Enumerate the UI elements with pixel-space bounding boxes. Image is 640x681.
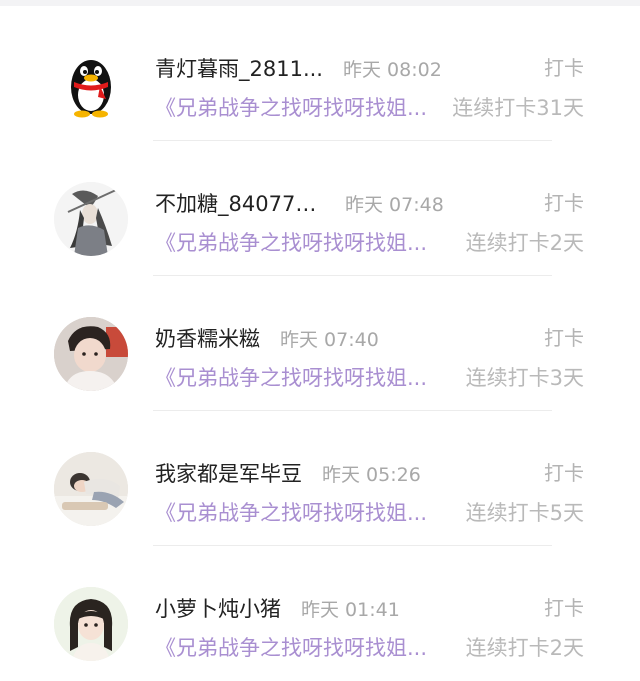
username[interactable]: 小萝卜炖小猪: [155, 593, 281, 623]
list-item[interactable]: 小萝卜炖小猪 昨天 01:41 打卡 《兄弟战争之找呀找呀找姐... 连续打卡2…: [0, 546, 640, 681]
ink-illustration-avatar[interactable]: [54, 182, 128, 256]
ink-figure-icon: [54, 182, 128, 256]
checkin-label: 打卡: [544, 326, 584, 350]
streak-count: 连续打卡3天: [465, 366, 584, 390]
timestamp: 昨天 08:02: [342, 58, 442, 81]
person-photo-icon: [54, 317, 128, 391]
list-item[interactable]: 我家都是军毕豆 昨天 05:26 打卡 《兄弟战争之找呀找呀找姐... 连续打卡…: [0, 411, 640, 546]
photo-avatar-sleeping[interactable]: [54, 452, 128, 526]
list-item[interactable]: 奶香糯米糍 昨天 07:40 打卡 《兄弟战争之找呀找呀找姐... 连续打卡3天: [0, 276, 640, 411]
streak-count: 连续打卡31天: [452, 96, 584, 120]
checkin-label: 打卡: [544, 191, 584, 215]
book-title-link[interactable]: 《兄弟战争之找呀找呀找姐...: [155, 495, 440, 531]
book-title-link[interactable]: 《兄弟战争之找呀找呀找姐...: [155, 630, 440, 666]
checkin-label: 打卡: [544, 461, 584, 485]
photo-avatar-person[interactable]: [54, 317, 128, 391]
username[interactable]: 我家都是军毕豆: [155, 458, 302, 488]
timestamp: 昨天 05:26: [322, 463, 421, 486]
streak-count: 连续打卡5天: [465, 501, 584, 525]
sleeping-figure-icon: [54, 452, 128, 526]
streak-count: 连续打卡2天: [465, 636, 584, 660]
timestamp: 昨天 01:41: [301, 598, 400, 621]
username[interactable]: 青灯暮雨_2811...: [155, 53, 323, 83]
qq-penguin-avatar[interactable]: [54, 47, 128, 121]
girl-photo-icon: [54, 587, 128, 661]
timestamp: 昨天 07:40: [280, 328, 379, 351]
book-title-link[interactable]: 《兄弟战争之找呀找呀找姐...: [155, 225, 440, 261]
book-title-link[interactable]: 《兄弟战争之找呀找呀找姐...: [155, 360, 440, 396]
list-item[interactable]: 不加糖_840772... 昨天 07:48 打卡 《兄弟战争之找呀找呀找姐..…: [0, 141, 640, 276]
checkin-list: 青灯暮雨_2811... 昨天 08:02 打卡 《兄弟战争之找呀找呀找姐...…: [0, 6, 640, 681]
book-title-link[interactable]: 《兄弟战争之找呀找呀找姐...: [155, 90, 440, 126]
penguin-icon: [71, 60, 111, 118]
username[interactable]: 奶香糯米糍: [155, 323, 260, 353]
checkin-label: 打卡: [544, 56, 584, 80]
timestamp: 昨天 07:48: [345, 193, 444, 216]
checkin-label: 打卡: [544, 596, 584, 620]
photo-avatar-girl[interactable]: [54, 587, 128, 661]
streak-count: 连续打卡2天: [465, 231, 584, 255]
username[interactable]: 不加糖_840772...: [155, 188, 325, 218]
list-item[interactable]: 青灯暮雨_2811... 昨天 08:02 打卡 《兄弟战争之找呀找呀找姐...…: [0, 6, 640, 141]
